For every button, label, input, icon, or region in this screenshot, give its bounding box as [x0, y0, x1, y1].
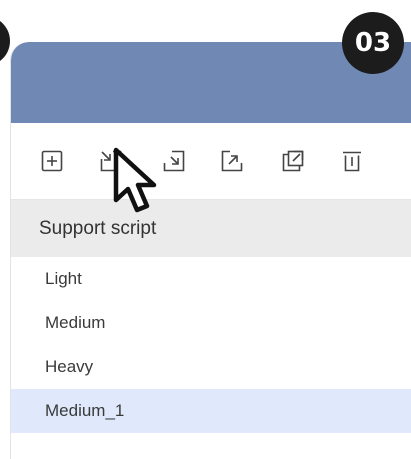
list-item-label: Medium — [45, 313, 106, 332]
list-item-label: Medium_1 — [45, 401, 125, 420]
export-button[interactable] — [220, 149, 244, 173]
list-item-heavy[interactable]: Heavy — [11, 345, 411, 389]
previous-step-badge-edge — [0, 16, 10, 66]
list-item-label: Light — [45, 269, 82, 288]
list-item-medium-1[interactable]: Medium_1 — [11, 389, 411, 433]
support-script-list: Light Medium Heavy Medium_1 — [11, 257, 411, 433]
add-button[interactable] — [40, 149, 64, 173]
export-icon — [221, 150, 243, 172]
delete-icon — [343, 151, 361, 172]
delete-button[interactable] — [340, 149, 364, 173]
mouse-pointer-icon — [113, 147, 157, 213]
section-header: Support script — [11, 200, 411, 257]
screenshot-stage: Support script Light Medium Heavy Medium… — [0, 0, 411, 459]
toolbar — [11, 123, 411, 200]
list-item-label: Heavy — [45, 357, 94, 376]
duplicate-button[interactable] — [281, 149, 305, 173]
list-item-medium[interactable]: Medium — [11, 301, 411, 345]
step-badge: 03 — [342, 12, 404, 74]
add-icon — [41, 150, 63, 172]
support-script-panel: Support script Light Medium Heavy Medium… — [10, 42, 411, 459]
list-item-light[interactable]: Light — [11, 257, 411, 301]
duplicate-icon — [282, 150, 304, 172]
